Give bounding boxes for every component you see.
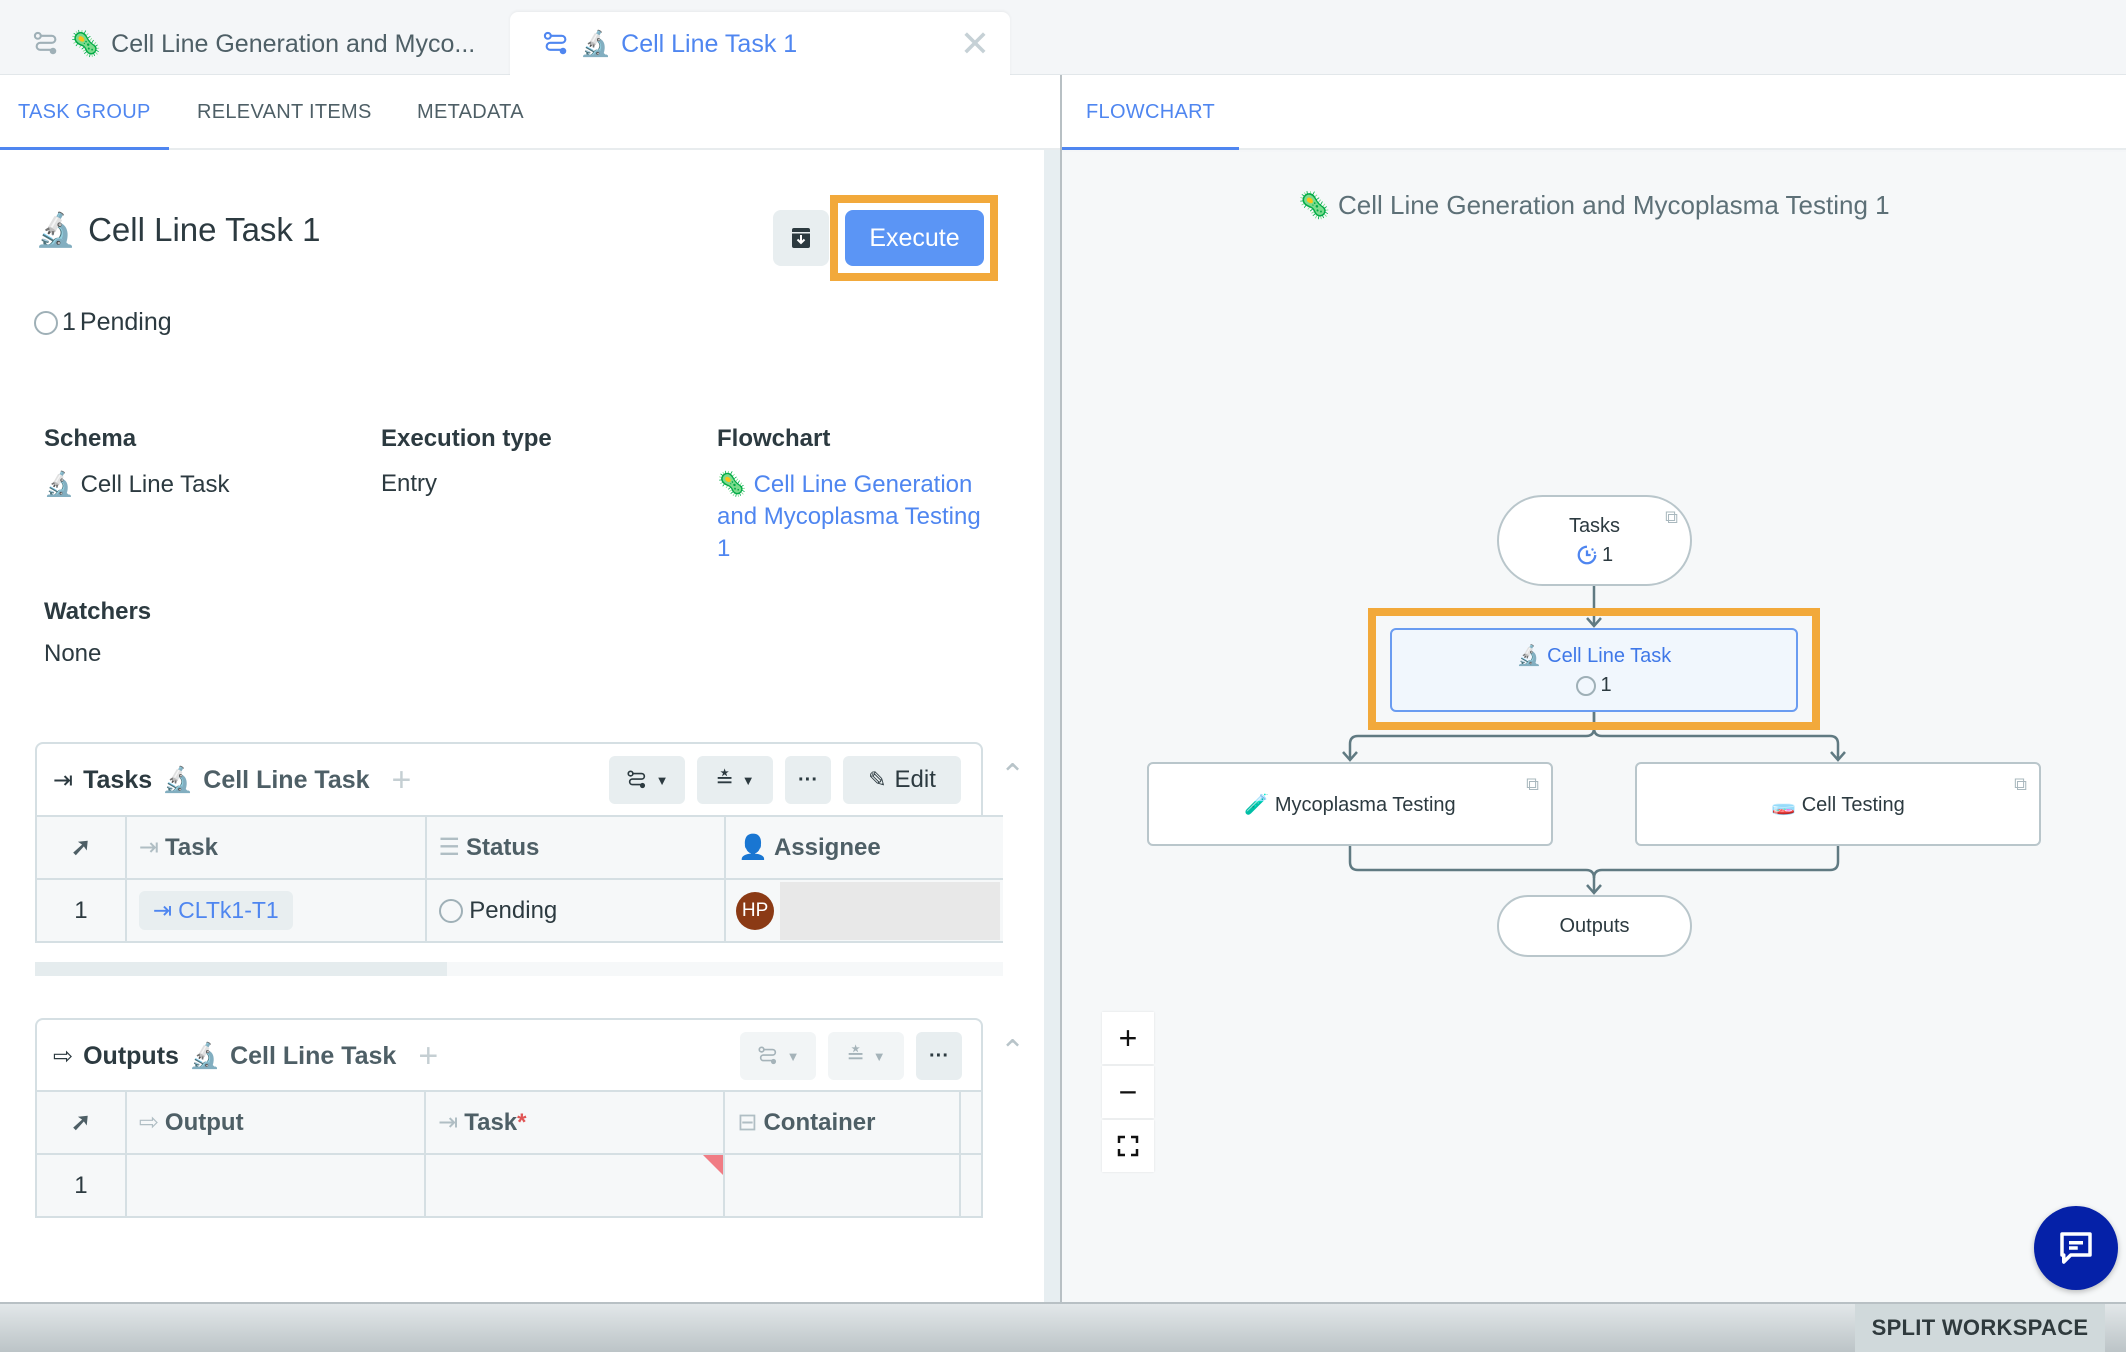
petri-dish-icon: 🧫 <box>1771 791 1797 816</box>
test-tube-icon: 🧪 <box>1244 791 1270 816</box>
node-label: 🔬 Cell Line Task <box>1517 643 1672 668</box>
node-label: Outputs <box>1559 914 1630 937</box>
split-workspace-button[interactable]: SPLIT WORKSPACE <box>1855 1304 2105 1352</box>
expand-icon[interactable]: ⧉ <box>2014 774 2027 795</box>
flowchart-node-cell-line-task[interactable]: 🔬 Cell Line Task 1 <box>1390 628 1798 712</box>
fit-view-button[interactable] <box>1102 1120 1154 1172</box>
clock-icon <box>1577 545 1597 565</box>
zoom-in-button[interactable]: + <box>1102 1012 1154 1064</box>
connector-cell-testing-to-outputs <box>1592 845 1840 879</box>
pending-circle-icon <box>1576 675 1597 696</box>
chat-icon <box>2060 1232 2092 1264</box>
node-label-text: Cell Line Task <box>1547 645 1672 667</box>
node-count: 1 <box>1576 674 1612 697</box>
flowchart-node-tasks[interactable]: Tasks 1 ⧉ <box>1497 495 1692 586</box>
node-label-text: Mycoplasma Testing <box>1274 793 1456 816</box>
expand-icon[interactable]: ⧉ <box>1665 507 1678 528</box>
flowchart-node-mycoplasma-testing[interactable]: 🧪 Mycoplasma Testing ⧉ <box>1147 762 1553 846</box>
flowchart-node-outputs[interactable]: Outputs <box>1497 895 1692 957</box>
node-count: 1 <box>1576 544 1613 567</box>
connector-mycoplasma-to-outputs <box>1348 845 1596 893</box>
node-label: Tasks <box>1568 514 1621 537</box>
node-count-value: 1 <box>1600 674 1612 696</box>
zoom-out-button[interactable]: − <box>1102 1066 1154 1118</box>
flowchart-node-cell-testing[interactable]: 🧫 Cell Testing ⧉ <box>1635 762 2041 846</box>
fullscreen-icon <box>1117 1135 1139 1157</box>
chat-button[interactable] <box>2034 1206 2118 1290</box>
node-label: 🧫 Cell Testing <box>1771 792 1905 817</box>
microscope-icon: 🔬 <box>1516 643 1542 667</box>
expand-icon[interactable]: ⧉ <box>1526 774 1539 795</box>
node-count-value: 1 <box>1601 543 1614 566</box>
node-label-text: Cell Testing <box>1801 793 1905 816</box>
node-label: 🧪 Mycoplasma Testing <box>1244 792 1455 817</box>
bottom-bar <box>0 1302 2126 1352</box>
